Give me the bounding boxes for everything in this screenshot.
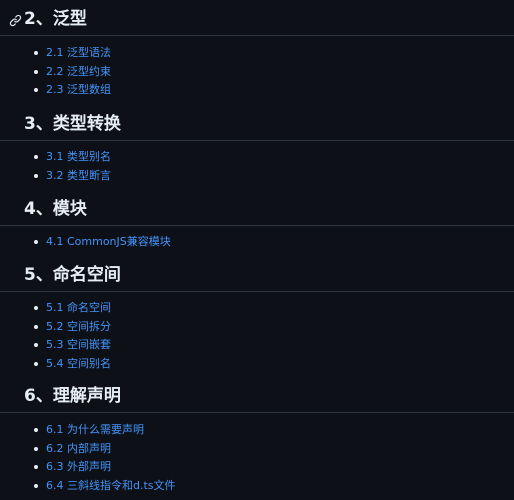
section-heading-namespaces: 5、命名空间 — [0, 262, 514, 292]
markdown-body: 2、泛型 2.1 泛型语法 2.2 泛型约束 2.3 泛型数组 3、类型转换 3… — [0, 0, 514, 500]
toc-link[interactable]: 5.3 空间嵌套 — [46, 338, 111, 351]
toc-link[interactable]: 2.2 泛型约束 — [46, 65, 111, 78]
list-item: 5.2 空间拆分 — [0, 318, 111, 337]
list-item: 6.2 内部声明 — [0, 440, 176, 459]
list-item: 6.4 三斜线指令和d.ts文件 — [0, 477, 176, 496]
toc-link[interactable]: 3.2 类型断言 — [46, 169, 111, 182]
toc-list-generics: 2.1 泛型语法 2.2 泛型约束 2.3 泛型数组 — [0, 44, 111, 100]
toc-link[interactable]: 6.1 为什么需要声明 — [46, 423, 144, 436]
list-item: 2.2 泛型约束 — [0, 63, 111, 82]
section-title: 4、模块 — [24, 199, 87, 219]
toc-link[interactable]: 6.4 三斜线指令和d.ts文件 — [46, 479, 176, 492]
toc-link[interactable]: 4.1 CommonJS兼容模块 — [46, 235, 171, 248]
toc-list-namespaces: 5.1 命名空间 5.2 空间拆分 5.3 空间嵌套 5.4 空间别名 — [0, 299, 111, 373]
list-item: 2.1 泛型语法 — [0, 44, 111, 63]
list-item: 5.3 空间嵌套 — [0, 336, 111, 355]
section-title: 5、命名空间 — [24, 265, 121, 285]
list-item: 5.4 空间别名 — [0, 355, 111, 374]
list-item: 6.3 外部声明 — [0, 458, 176, 477]
toc-link[interactable]: 2.3 泛型数组 — [46, 83, 111, 96]
toc-link[interactable]: 6.3 外部声明 — [46, 460, 111, 473]
section-heading-type-conversion: 3、类型转换 — [0, 111, 514, 141]
section-title: 3、类型转换 — [24, 114, 121, 134]
toc-link[interactable]: 2.1 泛型语法 — [46, 46, 111, 59]
list-item: 6.1 为什么需要声明 — [0, 421, 176, 440]
section-heading-generics: 2、泛型 — [0, 6, 514, 36]
list-item: 4.1 CommonJS兼容模块 — [0, 233, 171, 252]
toc-link[interactable]: 6.2 内部声明 — [46, 442, 111, 455]
section-title: 2、泛型 — [24, 9, 87, 29]
list-item: 3.2 类型断言 — [0, 167, 111, 186]
list-item: 5.1 命名空间 — [0, 299, 111, 318]
toc-list-type-conversion: 3.1 类型别名 3.2 类型断言 — [0, 148, 111, 185]
toc-list-declarations: 6.1 为什么需要声明 6.2 内部声明 6.3 外部声明 6.4 三斜线指令和… — [0, 421, 176, 495]
toc-link[interactable]: 5.2 空间拆分 — [46, 320, 111, 333]
toc-link[interactable]: 5.4 空间别名 — [46, 357, 111, 370]
toc-list-modules: 4.1 CommonJS兼容模块 — [0, 233, 171, 252]
toc-link[interactable]: 5.1 命名空间 — [46, 301, 111, 314]
toc-link[interactable]: 3.1 类型别名 — [46, 150, 111, 163]
section-title: 6、理解声明 — [24, 386, 121, 406]
link-icon[interactable] — [9, 12, 22, 27]
section-heading-modules: 4、模块 — [0, 196, 514, 226]
list-item: 3.1 类型别名 — [0, 148, 111, 167]
section-heading-declarations: 6、理解声明 — [0, 383, 514, 413]
list-item: 2.3 泛型数组 — [0, 81, 111, 100]
